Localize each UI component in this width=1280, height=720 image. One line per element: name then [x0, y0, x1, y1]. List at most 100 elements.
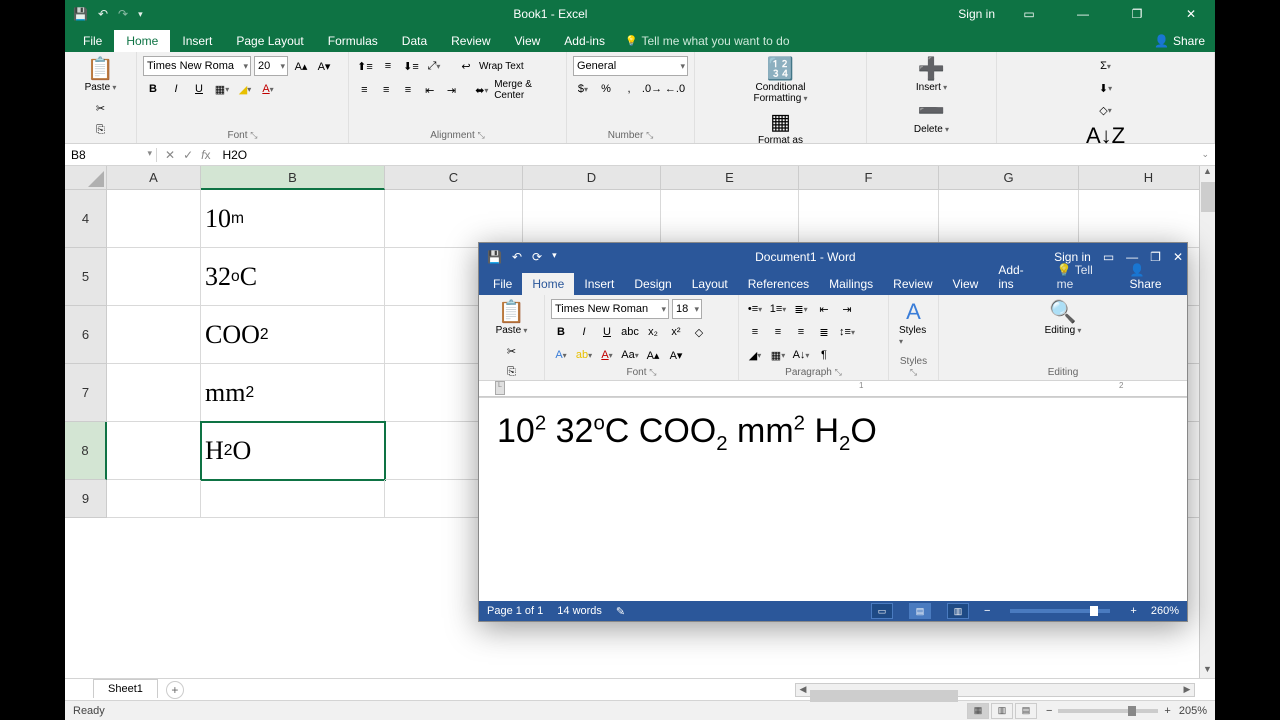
word-word-count[interactable]: 14 words	[557, 605, 602, 617]
word-shading-icon[interactable]: ◢	[745, 345, 765, 365]
tab-formulas[interactable]: Formulas	[316, 30, 390, 52]
word-font-size-combo[interactable]: 18	[672, 299, 702, 319]
italic-button[interactable]: I	[166, 79, 186, 99]
word-tell-me[interactable]: 💡 Tell me	[1047, 259, 1120, 295]
row-header[interactable]: 9	[65, 480, 107, 518]
increase-decimal-icon[interactable]: .0→	[642, 79, 662, 99]
word-document-body[interactable]: 102 32oC COO2 mm2 H2O	[479, 397, 1187, 601]
word-shrink-font-icon[interactable]: A▾	[666, 345, 686, 365]
ribbon-display-icon[interactable]: ▭	[1009, 0, 1049, 28]
font-size-combo[interactable]: 20	[254, 56, 288, 76]
word-styles-button[interactable]: AStyles	[895, 299, 932, 349]
word-bullets-icon[interactable]: •≡	[745, 299, 765, 319]
word-copy-icon[interactable]: ⎘	[502, 362, 522, 382]
cell[interactable]	[799, 190, 939, 248]
column-header[interactable]: D	[523, 166, 661, 190]
word-tab-addins[interactable]: Add-ins	[988, 259, 1046, 295]
normal-view-icon[interactable]: ▦	[967, 703, 989, 719]
cell[interactable]: 32oC	[201, 248, 385, 306]
select-all-corner[interactable]	[65, 166, 107, 190]
cut-icon[interactable]: ✂	[91, 98, 111, 118]
decrease-decimal-icon[interactable]: ←.0	[665, 79, 685, 99]
comma-format-icon[interactable]: ,	[619, 79, 639, 99]
column-header[interactable]: B	[201, 166, 385, 190]
word-subscript-button[interactable]: x₂	[643, 322, 663, 342]
align-left-icon[interactable]: ≡	[355, 80, 374, 100]
enter-formula-icon[interactable]: ✓	[183, 148, 193, 162]
decrease-font-icon[interactable]: A▾	[314, 56, 334, 76]
wrap-text-button[interactable]: ↩	[456, 56, 476, 76]
word-print-layout-icon[interactable]: ▤	[909, 603, 931, 619]
align-bottom-icon[interactable]: ⬇≡	[401, 56, 421, 76]
cell[interactable]	[201, 480, 385, 518]
merge-center-button[interactable]: ⬌	[472, 80, 491, 100]
scroll-thumb[interactable]	[1201, 182, 1215, 212]
cell[interactable]: mm2	[201, 364, 385, 422]
font-name-combo[interactable]: Times New Roma	[143, 56, 251, 76]
decrease-indent-icon[interactable]: ⇤	[420, 80, 439, 100]
expand-formula-bar-icon[interactable]: ⌄	[1195, 149, 1215, 160]
word-proofing-icon[interactable]: ✎	[616, 605, 625, 618]
align-middle-icon[interactable]: ≡	[378, 56, 398, 76]
cell[interactable]	[661, 190, 799, 248]
align-right-icon[interactable]: ≡	[399, 80, 418, 100]
column-header[interactable]: A	[107, 166, 201, 190]
qat-dropdown-icon[interactable]: ▾	[138, 9, 143, 20]
tab-view[interactable]: View	[503, 30, 553, 52]
cell[interactable]	[107, 480, 201, 518]
orientation-icon[interactable]: ⤢	[424, 56, 444, 76]
zoom-slider[interactable]	[1058, 709, 1158, 713]
word-justify-icon[interactable]: ≣	[814, 322, 834, 342]
scroll-left-icon[interactable]: ◀	[796, 684, 810, 695]
fx-icon[interactable]: fx	[201, 148, 210, 162]
page-layout-view-icon[interactable]: ▥	[991, 703, 1013, 719]
word-sort-icon[interactable]: A↓	[791, 345, 811, 365]
word-share-button[interactable]: 👤 Share	[1120, 259, 1187, 295]
font-launcher-icon[interactable]: ⤡	[250, 130, 257, 140]
scroll-right-icon[interactable]: ▶	[1180, 684, 1194, 695]
word-numbering-icon[interactable]: 1≡	[768, 299, 788, 319]
word-font-color-icon[interactable]: A	[597, 345, 617, 365]
row-header[interactable]: 5	[65, 248, 107, 306]
word-borders-icon[interactable]: ▦	[768, 345, 788, 365]
word-show-marks-icon[interactable]: ¶	[814, 345, 834, 365]
cell[interactable]	[523, 190, 661, 248]
minimize-icon[interactable]: —	[1063, 0, 1103, 28]
conditional-formatting-button[interactable]: 🔢Conditional Formatting	[747, 56, 815, 106]
word-zoom-in-icon[interactable]: +	[1130, 605, 1136, 617]
scroll-up-icon[interactable]: ▲	[1200, 166, 1215, 180]
word-superscript-button[interactable]: x²	[666, 322, 686, 342]
fill-color-button[interactable]: ◢	[235, 79, 255, 99]
word-tab-references[interactable]: References	[738, 273, 819, 295]
name-box[interactable]: B8	[65, 148, 157, 162]
zoom-out-icon[interactable]: −	[1046, 705, 1052, 717]
column-header[interactable]: F	[799, 166, 939, 190]
sheet-tab[interactable]: Sheet1	[93, 679, 158, 698]
word-read-mode-icon[interactable]: ▭	[871, 603, 893, 619]
word-align-center-icon[interactable]: ≡	[768, 322, 788, 342]
word-tab-view[interactable]: View	[943, 273, 989, 295]
restore-icon[interactable]: ❐	[1117, 0, 1157, 28]
cell[interactable]	[107, 364, 201, 422]
zoom-level[interactable]: 205%	[1179, 705, 1207, 717]
cell[interactable]	[939, 190, 1079, 248]
signin-link[interactable]: Sign in	[958, 7, 995, 21]
word-zoom-slider[interactable]	[1010, 609, 1110, 613]
align-center-icon[interactable]: ≡	[377, 80, 396, 100]
word-change-case-icon[interactable]: Aa	[620, 345, 640, 365]
tab-file[interactable]: File	[71, 30, 114, 52]
word-grow-font-icon[interactable]: A▴	[643, 345, 663, 365]
share-button[interactable]: 👤Share	[1144, 30, 1215, 52]
accounting-format-icon[interactable]: $	[573, 79, 593, 99]
undo-icon[interactable]: ↶	[98, 7, 108, 21]
word-save-icon[interactable]: 💾	[487, 250, 502, 264]
word-tab-design[interactable]: Design	[624, 273, 681, 295]
word-italic-button[interactable]: I	[574, 322, 594, 342]
insert-cells-button[interactable]: ➕Insert	[912, 56, 951, 95]
font-color-button[interactable]: A	[258, 79, 278, 99]
cell[interactable]: H2O	[201, 422, 385, 480]
word-align-right-icon[interactable]: ≡	[791, 322, 811, 342]
tab-page-layout[interactable]: Page Layout	[224, 30, 315, 52]
cell[interactable]	[107, 422, 201, 480]
cancel-formula-icon[interactable]: ✕	[165, 148, 175, 162]
